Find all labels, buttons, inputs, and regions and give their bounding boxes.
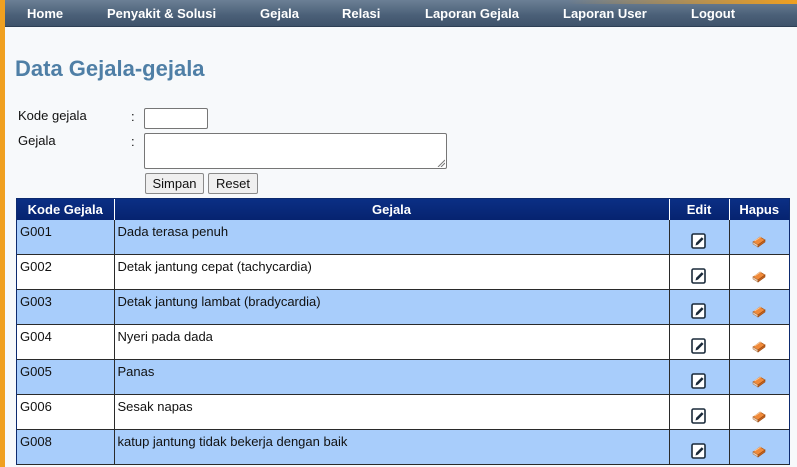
header-edit: Edit xyxy=(669,199,730,220)
edit-pencil-icon[interactable] xyxy=(691,267,707,284)
kode-gejala-value: G004 xyxy=(20,329,52,344)
edit-cell xyxy=(669,394,730,430)
edit-pencil-icon[interactable] xyxy=(691,372,707,389)
table-row: G006 Sesak napas xyxy=(17,394,789,430)
kode-gejala-value: G003 xyxy=(20,294,52,309)
page-title: Data Gejala-gejala xyxy=(15,56,205,81)
nav-laporan-user[interactable]: Laporan User xyxy=(563,6,647,21)
eraser-icon[interactable] xyxy=(751,373,767,389)
gejala-cell: Panas xyxy=(114,359,670,395)
hapus-cell xyxy=(729,324,789,360)
gejala-value: Dada terasa penuh xyxy=(117,224,229,239)
simpan-button[interactable]: Simpan xyxy=(145,173,204,194)
eraser-icon[interactable] xyxy=(751,268,767,284)
nav-relasi[interactable]: Relasi xyxy=(342,6,380,21)
gejala-cell: Nyeri pada dada xyxy=(114,324,670,360)
hapus-cell xyxy=(729,359,789,395)
kode-gejala-cell: G002 xyxy=(17,254,115,290)
edit-cell xyxy=(669,254,730,290)
eraser-icon[interactable] xyxy=(751,233,767,249)
kode-gejala-cell: G003 xyxy=(17,289,115,325)
table-row: G003 Detak jantung lambat (bradycardia) xyxy=(17,289,789,325)
nav-home[interactable]: Home xyxy=(27,6,63,21)
table-row: G004 Nyeri pada dada xyxy=(17,324,789,360)
edit-pencil-icon[interactable] xyxy=(691,232,707,249)
eraser-icon[interactable] xyxy=(751,408,767,424)
kode-gejala-cell: G005 xyxy=(17,359,115,395)
eraser-icon[interactable] xyxy=(751,303,767,319)
hapus-cell xyxy=(729,220,789,255)
nav-laporan-gejala[interactable]: Laporan Gejala xyxy=(425,6,519,21)
kode-gejala-label: Kode gejala xyxy=(18,108,87,123)
edit-cell xyxy=(669,324,730,360)
kode-gejala-cell: G008 xyxy=(17,429,115,465)
gejala-cell: katup jantung tidak bekerja dengan baik xyxy=(114,429,670,465)
hapus-cell xyxy=(729,394,789,430)
kode-gejala-cell: G004 xyxy=(17,324,115,360)
reset-button[interactable]: Reset xyxy=(208,173,258,194)
table-row: G005 Panas xyxy=(17,359,789,395)
hapus-cell xyxy=(729,289,789,325)
nav-gejala[interactable]: Gejala xyxy=(260,6,299,21)
gejala-cell: Detak jantung cepat (tachycardia) xyxy=(114,254,670,290)
edit-pencil-icon[interactable] xyxy=(691,407,707,424)
header-hapus: Hapus xyxy=(729,199,789,220)
gejala-value: katup jantung tidak bekerja dengan baik xyxy=(117,434,348,449)
edit-cell xyxy=(669,429,730,465)
gejala-colon: : xyxy=(131,134,135,149)
gejala-value: Nyeri pada dada xyxy=(117,329,213,344)
kode-gejala-cell: G006 xyxy=(17,394,115,430)
table-row: G001 Dada terasa penuh xyxy=(17,220,789,255)
edit-pencil-icon[interactable] xyxy=(691,302,707,319)
gejala-table-container: Kode Gejala Gejala Edit Hapus G001 Dada t… xyxy=(16,198,790,465)
edit-pencil-icon[interactable] xyxy=(691,442,707,459)
gejala-textarea[interactable] xyxy=(144,133,447,169)
gejala-cell: Detak jantung lambat (bradycardia) xyxy=(114,289,670,325)
hapus-cell xyxy=(729,254,789,290)
kode-gejala-value: G006 xyxy=(20,399,52,414)
navbar-glow-decoration xyxy=(567,0,797,4)
kode-gejala-colon: : xyxy=(131,109,135,124)
header-gejala: Gejala xyxy=(114,199,670,220)
kode-gejala-value: G005 xyxy=(20,364,52,379)
table-row: G008 katup jantung tidak bekerja dengan b… xyxy=(17,429,789,465)
gejala-value: Detak jantung cepat (tachycardia) xyxy=(117,259,312,274)
gejala-table: Kode Gejala Gejala Edit Hapus G001 Dada t… xyxy=(17,199,789,465)
left-accent-stripe xyxy=(0,0,5,467)
eraser-icon[interactable] xyxy=(751,443,767,459)
header-kode-gejala: Kode Gejala xyxy=(17,199,115,220)
top-navigation-bar: Home Penyakit & Solusi Gejala Relasi Lap… xyxy=(5,0,797,27)
edit-cell xyxy=(669,220,730,255)
gejala-value: Panas xyxy=(117,364,155,379)
gejala-value: Detak jantung lambat (bradycardia) xyxy=(117,294,321,309)
gejala-cell: Dada terasa penuh xyxy=(114,220,670,255)
edit-cell xyxy=(669,359,730,395)
edit-pencil-icon[interactable] xyxy=(691,337,707,354)
kode-gejala-value: G002 xyxy=(20,259,52,274)
gejala-value: Sesak napas xyxy=(117,399,193,414)
kode-gejala-value: G001 xyxy=(20,224,52,239)
kode-gejala-input[interactable] xyxy=(144,108,208,129)
table-row: G002 Detak jantung cepat (tachycardia) xyxy=(17,254,789,290)
eraser-icon[interactable] xyxy=(751,338,767,354)
gejala-label: Gejala xyxy=(18,133,56,148)
kode-gejala-value: G008 xyxy=(20,434,52,449)
table-header-row: Kode Gejala Gejala Edit Hapus xyxy=(17,199,789,220)
gejala-cell: Sesak napas xyxy=(114,394,670,430)
nav-logout[interactable]: Logout xyxy=(691,6,735,21)
edit-cell xyxy=(669,289,730,325)
nav-penyakit-solusi[interactable]: Penyakit & Solusi xyxy=(107,6,216,21)
kode-gejala-cell: G001 xyxy=(17,220,115,255)
hapus-cell xyxy=(729,429,789,465)
